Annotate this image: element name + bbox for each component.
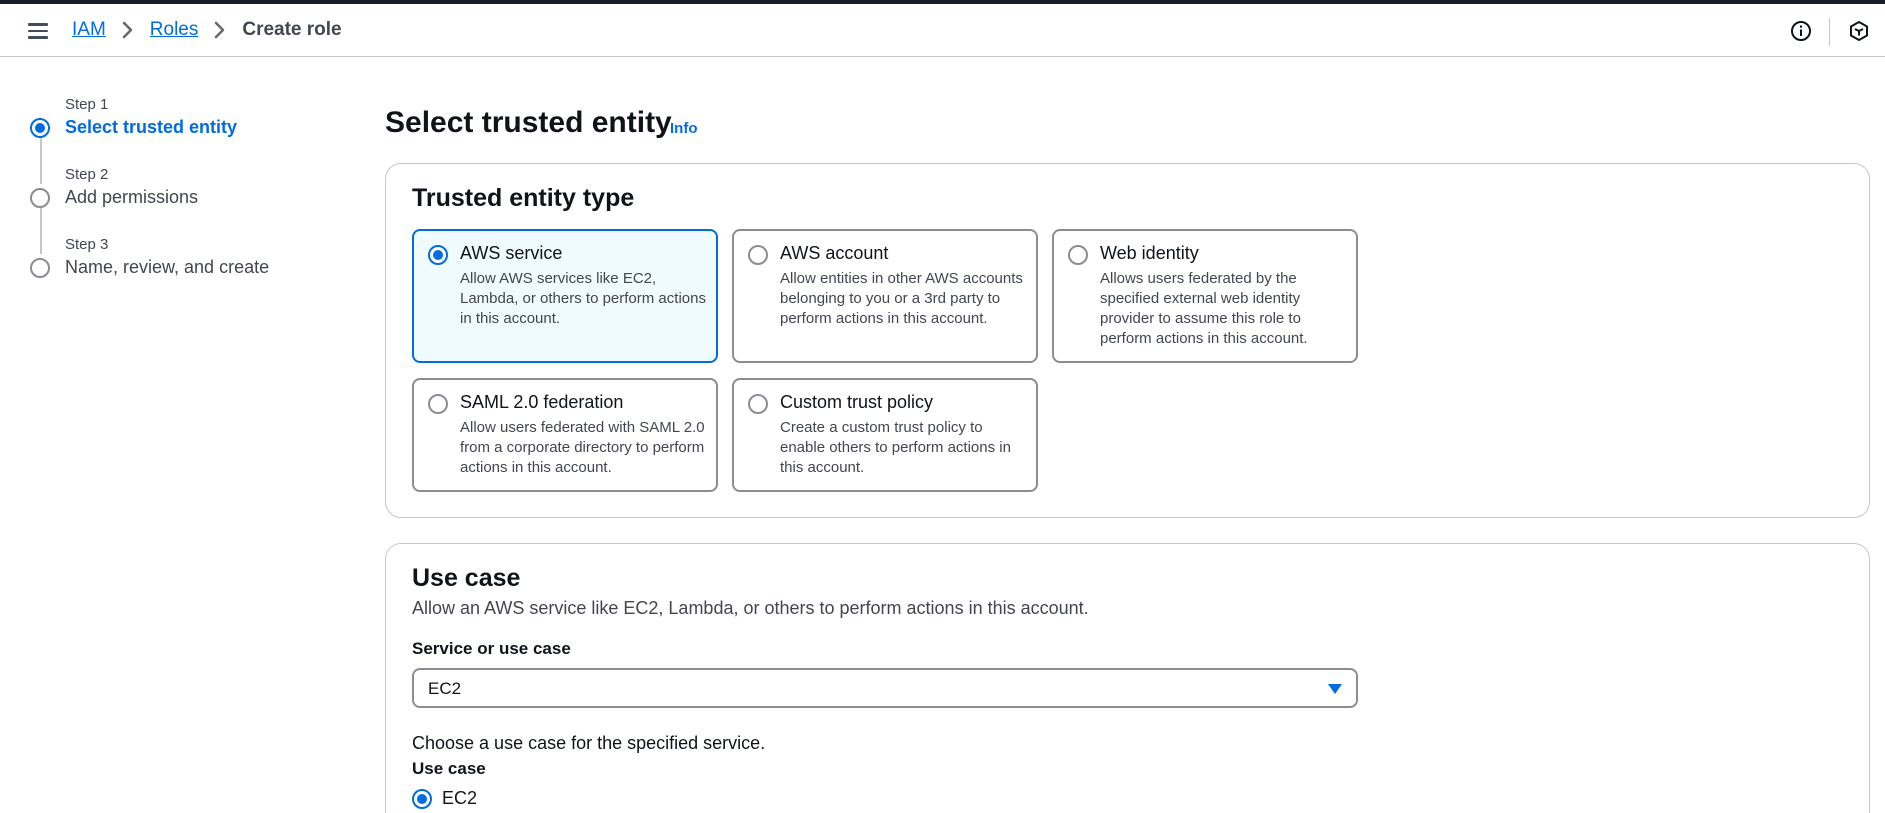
step-2-number: Step 2 <box>65 166 109 183</box>
tile-title: SAML 2.0 federation <box>460 392 624 412</box>
toolbar-divider <box>1829 18 1830 46</box>
saml-federation-radio[interactable] <box>428 394 448 414</box>
aws-account-radio[interactable] <box>748 245 768 265</box>
step-1-title[interactable]: Select trusted entity <box>65 117 237 138</box>
use-case-title: Use case <box>412 564 521 592</box>
step-3-number: Step 3 <box>65 236 109 253</box>
tile-title: AWS account <box>780 243 889 263</box>
use-case-container: Use case Allow an AWS service like EC2, … <box>385 543 1870 813</box>
use-case-label: Use case <box>412 759 486 778</box>
custom-trust-policy-radio[interactable] <box>748 394 768 414</box>
service-select-value: EC2 <box>428 679 462 698</box>
step-connector <box>40 138 42 184</box>
use-case-description: Allow an AWS service like EC2, Lambda, o… <box>412 598 1089 618</box>
use-case-ec2-radio[interactable] <box>412 789 432 809</box>
breadcrumb-current: Create role <box>242 19 342 40</box>
step-1-indicator <box>30 118 50 138</box>
web-identity-radio[interactable] <box>1068 245 1088 265</box>
step-2-title: Add permissions <box>65 187 199 207</box>
tile-aws-account[interactable]: AWS account Allow entities in other AWS … <box>732 229 1038 363</box>
use-case-ec2-label[interactable]: EC2 <box>442 788 477 809</box>
chevron-right-icon <box>214 21 226 39</box>
tile-description: Allow users federated with SAML 2.0 from… <box>460 419 705 476</box>
caret-down-icon <box>1328 684 1342 694</box>
service-select[interactable]: EC2 <box>412 668 1358 708</box>
step-3-title: Name, review, and create <box>65 257 270 277</box>
aws-service-radio[interactable] <box>428 245 448 265</box>
tile-description: Allow entities in other AWS accounts bel… <box>780 270 1023 327</box>
tile-description: Allows users federated by the specified … <box>1100 270 1308 347</box>
breadcrumb: IAM Roles Create role <box>72 19 342 41</box>
tile-title: Web identity <box>1100 243 1199 263</box>
breadcrumb-roles-link[interactable]: Roles <box>150 19 199 41</box>
step-connector <box>40 208 42 254</box>
service-label: Service or use case <box>412 639 571 658</box>
tile-description: Create a custom trust policy to enable o… <box>780 419 1011 476</box>
page-title: Select trusted entity <box>385 106 672 139</box>
step-3-indicator <box>30 258 50 278</box>
top-bar: IAM Roles Create role <box>0 4 1885 57</box>
step-2-indicator <box>30 188 50 208</box>
menu-icon[interactable] <box>28 23 48 39</box>
tile-title: Custom trust policy <box>780 392 934 412</box>
tile-title: AWS service <box>460 243 563 263</box>
breadcrumb-iam-link[interactable]: IAM <box>72 19 106 41</box>
info-icon[interactable] <box>1790 20 1812 42</box>
choose-use-case-text: Choose a use case for the specified serv… <box>412 733 766 753</box>
chevron-right-icon <box>122 21 134 39</box>
trusted-entity-title: Trusted entity type <box>412 184 635 212</box>
tile-saml-federation[interactable]: SAML 2.0 federation Allow users federate… <box>412 378 718 492</box>
tile-custom-trust-policy[interactable]: Custom trust policy Create a custom trus… <box>732 378 1038 492</box>
trusted-entity-container: Trusted entity type AWS service Allow AW… <box>385 163 1870 518</box>
info-link[interactable]: Info <box>670 120 698 137</box>
tile-web-identity[interactable]: Web identity Allows users federated by t… <box>1052 229 1358 363</box>
tile-aws-service[interactable]: AWS service Allow AWS services like EC2,… <box>412 229 718 363</box>
step-1-number: Step 1 <box>65 96 109 113</box>
cube-icon[interactable] <box>1848 20 1870 42</box>
tile-description: Allow AWS services like EC2, Lambda, or … <box>460 270 706 327</box>
